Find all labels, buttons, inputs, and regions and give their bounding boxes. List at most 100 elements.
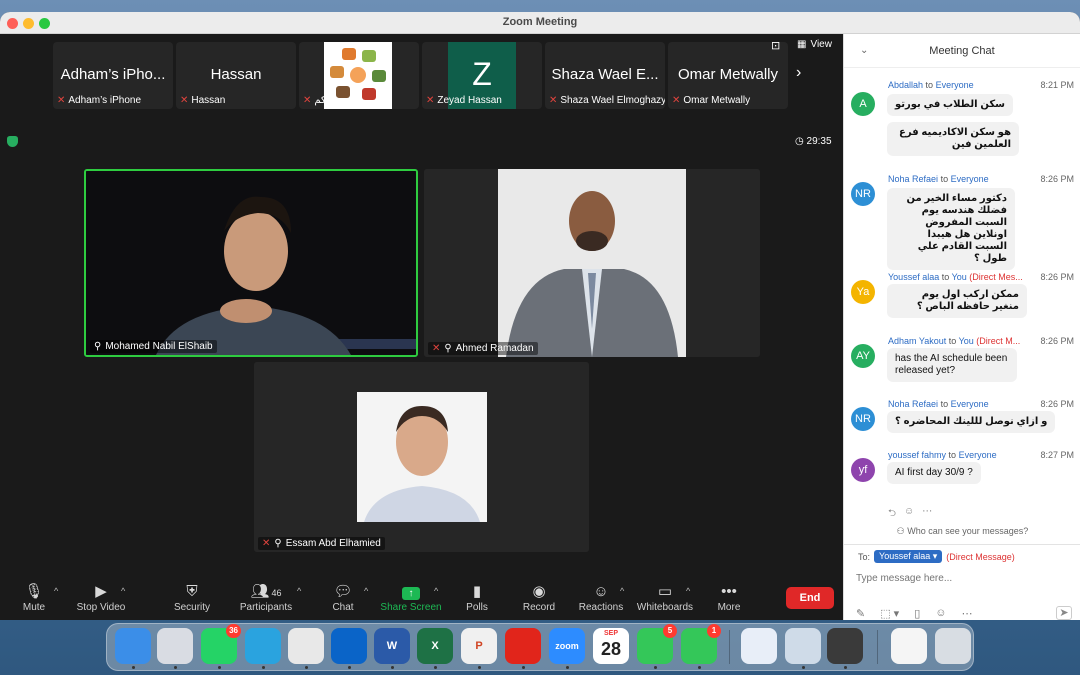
word-app[interactable]: W xyxy=(374,628,410,664)
message-bubble[interactable]: has the AI schedule been released yet? xyxy=(887,348,1017,382)
participants-caret-icon[interactable]: ^ xyxy=(297,586,301,596)
telegram-app[interactable] xyxy=(245,628,281,664)
running-indicator xyxy=(305,666,308,669)
facetime-app[interactable]: 1 xyxy=(681,624,721,664)
trash-app[interactable] xyxy=(935,628,971,664)
video-options-caret-icon[interactable]: ^ xyxy=(121,586,125,596)
pin-icon: ⚲ xyxy=(94,341,102,352)
encryption-shield-icon[interactable] xyxy=(7,136,18,147)
message-time: 8:21 PM xyxy=(1038,80,1074,90)
zoom-window: Zoom Meeting Adham’s iPho... ✕ Adham’s iP… xyxy=(0,12,1080,620)
format-text-icon[interactable]: ✎ xyxy=(856,607,865,620)
window-title: Zoom Meeting xyxy=(502,16,578,28)
message-sender[interactable]: Abdallah xyxy=(888,80,923,90)
launchpad-app[interactable] xyxy=(157,628,193,664)
message-time: 8:26 PM xyxy=(1038,272,1074,282)
running-indicator xyxy=(844,666,847,669)
emoji-icon[interactable]: ☺ xyxy=(935,607,946,620)
message-bubble[interactable]: و ازاي نوصل لللينك المحاضره ؟ xyxy=(887,411,1056,433)
powerpoint-app[interactable]: P xyxy=(461,628,497,664)
share-caret-icon[interactable]: ^ xyxy=(434,586,438,596)
dock-separator xyxy=(729,630,730,664)
screenshot-icon[interactable]: ⬚ ▾ xyxy=(880,607,899,620)
zoom-app[interactable]: zoom xyxy=(549,628,585,664)
end-meeting-button[interactable]: End xyxy=(786,587,834,609)
message-sender[interactable]: Noha Refaei xyxy=(888,174,938,184)
polls-button[interactable]: ▮ Polls xyxy=(444,582,510,613)
view-button[interactable]: ▦ View xyxy=(797,39,832,50)
avatar: Ya xyxy=(851,280,875,304)
message-sender[interactable]: Adham Yakout xyxy=(888,336,946,346)
lock-icon[interactable]: ⊡ xyxy=(771,39,780,52)
whiteboards-caret-icon[interactable]: ^ xyxy=(686,586,690,596)
video-tile[interactable]: ✕ ⚲ Essam Abd Elhamied xyxy=(254,362,589,552)
audio-options-caret-icon[interactable]: ^ xyxy=(54,586,58,596)
notification-badge: 1 xyxy=(707,624,721,638)
message-to-word: to xyxy=(948,336,957,346)
message-sender[interactable]: youssef fahmy xyxy=(888,450,946,460)
bar-chart-icon: ▮ xyxy=(472,583,482,600)
message-actions: ⮌ ☺ ⋯ xyxy=(888,506,932,523)
mic-muted-icon: ✕ xyxy=(432,343,441,354)
whatsapp-app[interactable]: 36 xyxy=(201,624,241,664)
calendar-app[interactable]: SEP 28 xyxy=(593,628,629,664)
excel-app[interactable]: X xyxy=(417,628,453,664)
more-options-icon[interactable]: ⋯ xyxy=(922,506,932,523)
send-icon[interactable]: ➤ xyxy=(1056,606,1072,620)
participant-video xyxy=(86,171,416,355)
participants-button[interactable]: 👥︎ 46 Participants xyxy=(233,582,299,613)
video-tile-name: Mohamed Nabil ElShaib xyxy=(105,341,213,352)
security-button[interactable]: ⛨ Security xyxy=(159,582,225,613)
message-bubble[interactable]: هو سكن الاكاديميه فرع العلمين فين xyxy=(887,122,1019,156)
chat-message: NR Noha Refaei to Everyone 8:26 PM دكتور … xyxy=(851,174,1076,270)
finder-app[interactable] xyxy=(115,628,151,664)
reactions-caret-icon[interactable]: ^ xyxy=(620,586,624,596)
outlook-app[interactable] xyxy=(331,628,367,664)
strip-tile[interactable]: Adham’s iPho... ✕ Adham’s iPhone xyxy=(53,42,173,109)
recipient-dropdown[interactable]: Youssef alaa ▾ xyxy=(874,550,943,563)
document-app[interactable] xyxy=(891,628,927,664)
add-reaction-icon[interactable]: ☺ xyxy=(904,506,914,523)
appstore-app[interactable] xyxy=(741,628,777,664)
message-bubble[interactable]: سكن الطلاب في بورتو xyxy=(887,94,1014,116)
dock-app-label: 28 xyxy=(600,639,622,659)
strip-tile-label: Hassan xyxy=(191,95,226,106)
calculator-app[interactable] xyxy=(827,628,863,664)
message-sender[interactable]: Noha Refaei xyxy=(888,399,938,409)
running-indicator xyxy=(654,666,657,669)
chevron-down-icon[interactable]: ⌄ xyxy=(860,34,868,68)
strip-tile-label: منصة خيركم xyxy=(314,95,366,106)
acrobat-app[interactable] xyxy=(505,628,541,664)
strip-tile[interactable]: Hassan ✕ Hassan xyxy=(176,42,296,109)
messages-app[interactable]: 5 xyxy=(637,624,677,664)
message-bubble[interactable]: ممكن اركب اول يوم منغير حافظه الباص ؟ xyxy=(887,284,1027,318)
preview-app[interactable] xyxy=(785,628,821,664)
strip-tile[interactable]: Z ✕ Zeyad Hassan xyxy=(422,42,542,109)
who-can-see-link[interactable]: ⚇ Who can see your messages? xyxy=(844,526,1080,537)
avatar: yf xyxy=(851,458,875,482)
video-tile-active-speaker[interactable]: ⚲ Mohamed Nabil ElShaib xyxy=(84,169,418,357)
record-icon: ◉ xyxy=(532,583,546,600)
record-button[interactable]: ◉ Record xyxy=(506,582,572,613)
dock-app-label: zoom xyxy=(555,641,579,651)
more-options-icon[interactable]: ⋯ xyxy=(962,607,973,620)
file-icon[interactable]: ▯ xyxy=(914,607,920,620)
message-bubble[interactable]: دكتور مساء الخير من فضلك هندسه يوم السبت… xyxy=(887,188,1015,270)
next-page-arrow-icon[interactable]: › xyxy=(796,64,801,82)
message-input[interactable] xyxy=(856,568,1066,588)
strip-tile-name: Hassan xyxy=(210,66,262,83)
mic-muted-icon: ✕ xyxy=(672,95,681,106)
message-sender[interactable]: Youssef alaa xyxy=(888,272,939,282)
strip-tile[interactable]: Omar Metwally ✕ Omar Metwally xyxy=(668,42,788,109)
dock-app-label: W xyxy=(386,640,398,652)
more-button[interactable]: ••• More xyxy=(696,582,762,613)
message-bubble[interactable]: AI first day 30/9 ? xyxy=(887,462,981,484)
strip-tile[interactable]: ✕ منصة خيركم xyxy=(299,42,419,109)
chrome-app[interactable] xyxy=(288,628,324,664)
video-tile[interactable]: ✕ ⚲ Ahmed Ramadan xyxy=(424,169,760,357)
reply-icon[interactable]: ⮌ xyxy=(888,506,896,523)
strip-tile[interactable]: Shaza Wael E... ✕ Shaza Wael Elmoghazy xyxy=(545,42,665,109)
meeting-toolbar: 🎙︎ Mute ^ ▶︎ Stop Video ^ ⛨ Security 👥︎ 46 Pa… xyxy=(0,578,843,620)
whiteboards-label: Whiteboards xyxy=(636,602,694,613)
chat-caret-icon[interactable]: ^ xyxy=(364,586,368,596)
